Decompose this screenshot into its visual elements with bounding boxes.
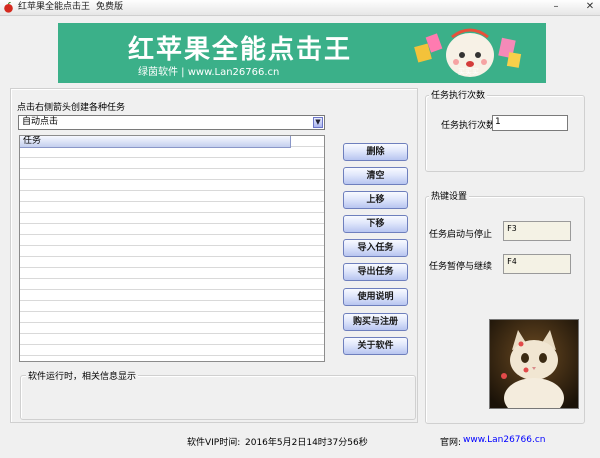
title-bar: 红苹果全能点击王 免费版 – ✕ [0, 0, 600, 16]
pause-resume-label: 任务暂停与继续 [429, 262, 493, 272]
banner-title: 红苹果全能点击王 [128, 35, 353, 65]
exec-count-group [425, 95, 585, 172]
task-column-header: 任务 [23, 136, 42, 146]
exec-count-label: 任务执行次数 [441, 121, 496, 131]
official-site-label: 官网: [440, 438, 462, 448]
banner-subtitle: 绿茵软件 | www.Lan26766.cn [138, 67, 280, 78]
info-display-label: 软件运行时，相关信息显示 [26, 369, 139, 382]
help-button[interactable]: 使用说明 [343, 288, 408, 306]
pause-resume-hotkey-field[interactable]: F4 [503, 254, 571, 274]
vip-time-label: 软件VIP时间: [187, 438, 241, 448]
about-button[interactable]: 关于软件 [343, 337, 408, 355]
move-up-button[interactable]: 上移 [343, 191, 408, 209]
mascot-speech-label: 买买买 [458, 68, 479, 76]
exec-count-input[interactable]: 1 [492, 115, 568, 131]
red-apple-icon [4, 2, 13, 13]
task-type-value: 自动点击 [22, 117, 59, 127]
hotkey-group-label: 热键设置 [429, 189, 470, 202]
task-list-header[interactable]: 任务 [20, 136, 291, 148]
official-site-link[interactable]: www.Lan26766.cn [463, 435, 546, 445]
export-tasks-button[interactable]: 导出任务 [343, 263, 408, 281]
edition-label: 免费版 [96, 2, 124, 12]
dropdown-arrow-icon[interactable]: ▼ [313, 117, 323, 128]
buy-register-button[interactable]: 购买与注册 [343, 313, 408, 331]
cat-photo [489, 319, 579, 409]
close-button[interactable]: ✕ [583, 1, 597, 13]
minimize-button[interactable]: – [549, 1, 563, 13]
import-tasks-button[interactable]: 导入任务 [343, 239, 408, 257]
delete-button[interactable]: 删除 [343, 143, 408, 161]
task-list[interactable]: 任务 [19, 135, 325, 362]
create-task-prompt: 点击右侧箭头创建各种任务 [17, 103, 126, 113]
cat-image-icon [490, 320, 578, 408]
task-type-select[interactable]: 自动点击 ▼ [18, 115, 325, 130]
vip-time-value: 2016年5月2日14时37分56秒 [245, 438, 368, 448]
clear-button[interactable]: 清空 [343, 167, 408, 185]
exec-count-group-label: 任务执行次数 [429, 88, 488, 101]
start-stop-label: 任务启动与停止 [429, 230, 493, 240]
window-title: 红苹果全能点击王 [18, 2, 91, 12]
start-stop-hotkey-field[interactable]: F3 [503, 221, 571, 241]
move-down-button[interactable]: 下移 [343, 215, 408, 233]
banner: 红苹果全能点击王 绿茵软件 | www.Lan26766.cn 买买买 [58, 23, 546, 83]
